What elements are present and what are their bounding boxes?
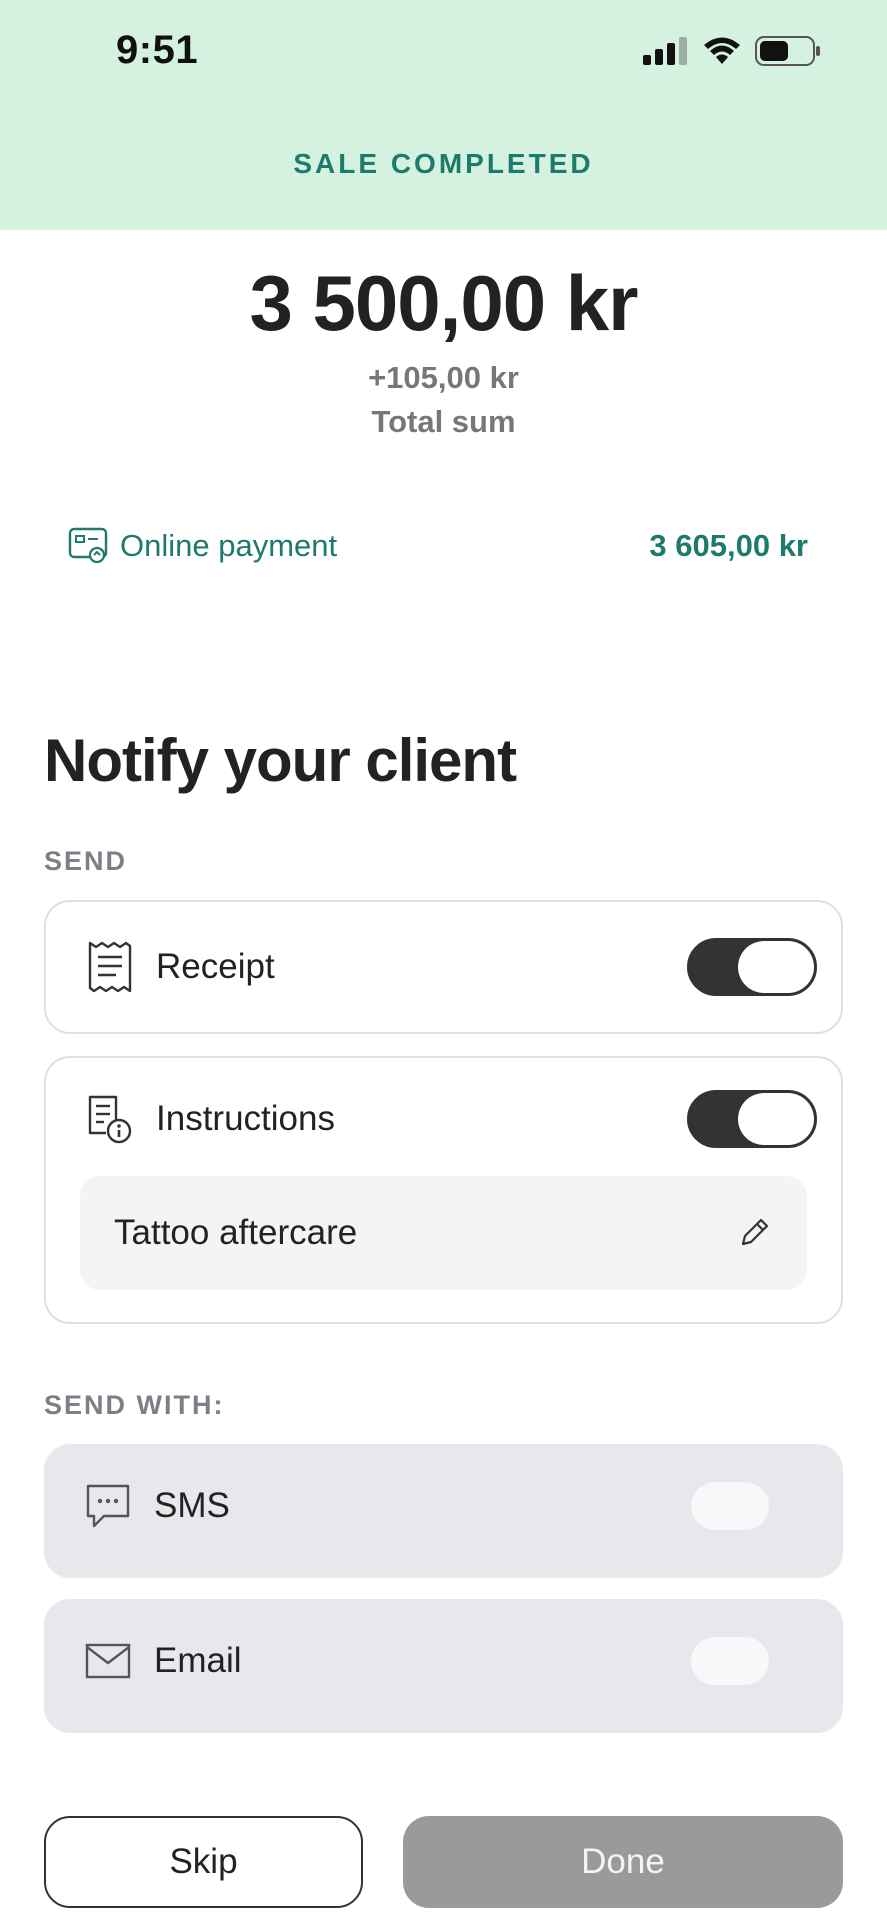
receipt-icon [88, 941, 132, 993]
done-button[interactable]: Done [403, 1816, 843, 1908]
sms-toggle[interactable] [691, 1482, 769, 1530]
email-label: Email [154, 1641, 242, 1680]
send-with-section-label: SEND WITH: [44, 1390, 225, 1420]
payment-amount: 3 605,00 kr [649, 528, 808, 563]
email-card: Email [44, 1599, 843, 1733]
instructions-template-field[interactable]: Tattoo aftercare [80, 1176, 807, 1290]
page-title: SALE COMPLETED [293, 148, 594, 179]
sale-amount: 3 500,00 kr [249, 259, 638, 347]
pencil-icon[interactable] [737, 1216, 771, 1250]
status-icons [643, 36, 821, 66]
skip-button[interactable]: Skip [44, 1816, 363, 1908]
sms-card: SMS [44, 1444, 843, 1578]
battery-icon [755, 36, 820, 66]
online-payment-icon [68, 527, 108, 564]
email-toggle[interactable] [691, 1637, 769, 1685]
signal-icon [643, 37, 687, 65]
instructions-icon [88, 1095, 132, 1144]
payment-row: Online payment 3 605,00 kr [68, 522, 808, 570]
receipt-card: Receipt [44, 900, 843, 1034]
status-time: 9:51 [116, 28, 199, 72]
send-section-label: SEND [44, 846, 128, 876]
wifi-icon [704, 37, 740, 64]
instructions-toggle[interactable] [687, 1090, 817, 1148]
notify-title: Notify your client [44, 727, 517, 794]
receipt-toggle[interactable] [687, 938, 817, 996]
instructions-template-value: Tattoo aftercare [114, 1213, 358, 1252]
sale-completed-header: 9:51 SALE COMPLETED [0, 0, 887, 230]
total-sum-label: Total sum [371, 404, 516, 439]
envelope-icon [85, 1643, 131, 1679]
fee-amount: +105,00 kr [368, 360, 519, 395]
receipt-label: Receipt [156, 947, 275, 986]
message-icon [86, 1484, 130, 1528]
instructions-card: Instructions Tattoo aftercare [44, 1056, 843, 1324]
payment-method-label: Online payment [120, 528, 338, 563]
sms-label: SMS [154, 1486, 230, 1525]
instructions-label: Instructions [156, 1099, 335, 1138]
